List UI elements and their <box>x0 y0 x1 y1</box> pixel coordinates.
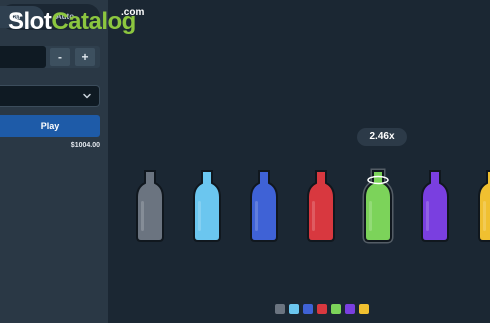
bottle[interactable] <box>478 170 490 242</box>
color-dot <box>331 304 341 314</box>
color-dot <box>317 304 327 314</box>
color-dot <box>289 304 299 314</box>
color-dot <box>345 304 355 314</box>
color-dot <box>359 304 369 314</box>
bottle[interactable] <box>307 170 335 242</box>
bottle-highlight <box>426 201 429 231</box>
bottle-body <box>421 170 449 242</box>
bottle-highlight <box>312 201 315 231</box>
bottle[interactable] <box>362 168 394 244</box>
color-dot <box>275 304 285 314</box>
bottle[interactable] <box>136 170 164 242</box>
bottle-highlight <box>369 201 372 231</box>
color-dots <box>275 304 375 314</box>
bottle-highlight <box>141 201 144 231</box>
bottle-highlight <box>483 201 486 231</box>
bottle-highlight <box>255 201 258 231</box>
bottle-highlight <box>198 201 201 231</box>
color-dot <box>303 304 313 314</box>
bottle-body <box>136 170 164 242</box>
bottle[interactable] <box>421 170 449 242</box>
bottle[interactable] <box>250 170 278 242</box>
bottle-body <box>193 170 221 242</box>
bottle-body <box>307 170 335 242</box>
bottle[interactable] <box>193 170 221 242</box>
bottle-body <box>250 170 278 242</box>
bottle-row <box>136 168 490 244</box>
